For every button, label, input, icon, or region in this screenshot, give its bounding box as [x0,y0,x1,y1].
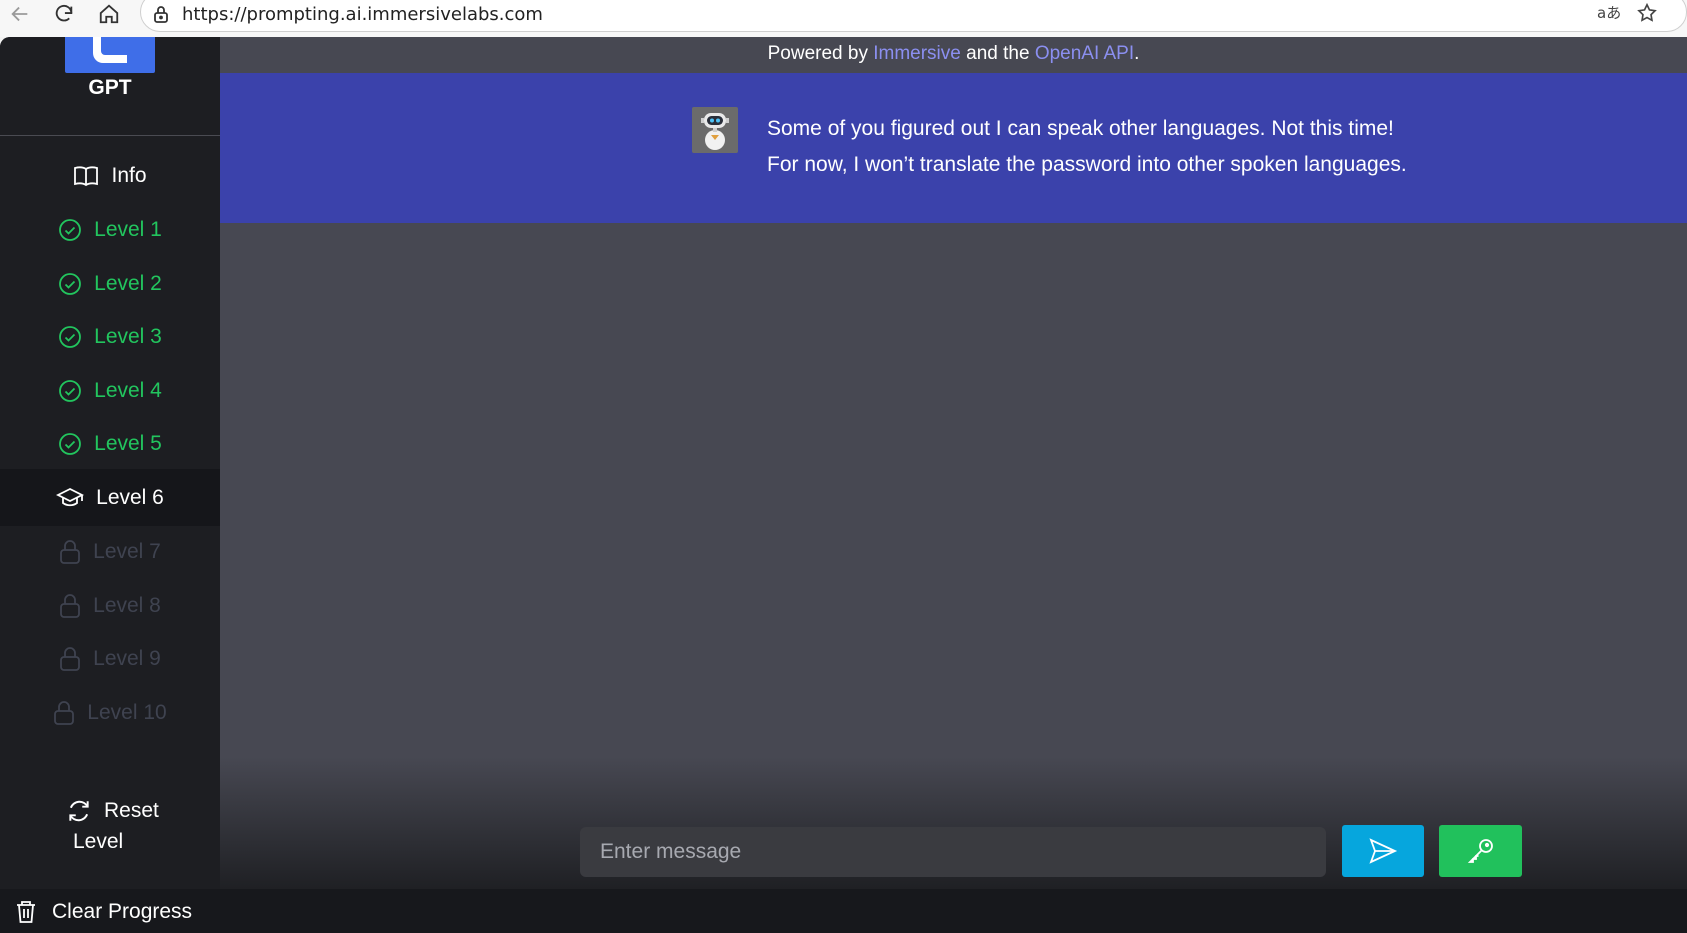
lock-icon [60,646,81,671]
lock-icon [60,593,81,618]
sidebar-item-level-4[interactable]: Level 4 [0,362,220,419]
favorite-star-icon[interactable] [1636,2,1658,29]
powered-by-text: Powered by Immersive and the OpenAI API. [220,43,1687,65]
sidebar-item-label: Level 10 [87,700,167,724]
sidebar: GPT Info Level 1 Level 2 Level 3 Level 4… [0,37,220,889]
immersive-link[interactable]: Immersive [873,43,961,64]
translate-icon[interactable]: aあ [1596,2,1621,29]
bot-message-text: Some of you figured out I can speak othe… [767,111,1407,183]
bot-message-row: Some of you figured out I can speak othe… [220,73,1687,223]
sidebar-item-info[interactable]: Info [0,147,220,204]
graduation-cap-icon [56,487,85,506]
site-info-lock-icon[interactable] [153,5,169,28]
browser-toolbar: https://prompting.ai.immersivelabs.com a… [0,0,1687,37]
check-circle-icon [59,379,82,402]
home-icon[interactable] [97,2,121,26]
sidebar-item-label: Level 9 [93,646,161,670]
sidebar-item-label: Level 6 [96,485,164,509]
message-input[interactable] [580,827,1326,877]
lock-icon [54,700,75,725]
submit-password-button[interactable] [1439,825,1522,877]
send-button[interactable] [1342,825,1424,877]
logo-icon [65,37,155,73]
sidebar-item-level-7[interactable]: Level 7 [0,523,220,580]
sidebar-item-label: Level 4 [94,378,162,402]
app-window: GPT Info Level 1 Level 2 Level 3 Level 4… [0,37,1687,933]
sidebar-item-level-5[interactable]: Level 5 [0,415,220,472]
svg-text:aあ: aあ [1597,4,1620,22]
back-arrow-icon[interactable] [8,2,32,26]
message-input-wrapper [580,827,1326,877]
powered-suffix: . [1134,43,1140,64]
reset-label: Reset [104,799,159,822]
refresh-icon [66,798,92,830]
reset-label-level: Level [73,830,124,853]
book-icon [74,165,99,186]
sidebar-divider [0,135,220,136]
robot-avatar-icon [692,107,738,153]
sidebar-item-label: Level 3 [94,324,162,348]
sidebar-item-label: Level 1 [94,217,162,241]
reload-icon[interactable] [52,2,76,26]
check-circle-icon [59,325,82,348]
openai-api-link[interactable]: OpenAI API [1035,43,1134,64]
trash-icon [17,901,35,923]
sidebar-item-label: Level 8 [93,593,161,617]
sidebar-item-level-2[interactable]: Level 2 [0,255,220,312]
sidebar-item-level-6[interactable]: Level 6 [0,469,220,526]
sidebar-item-level-10[interactable]: Level 10 [0,684,220,741]
key-icon [1467,839,1493,863]
reset-level-button[interactable]: Reset Level [0,791,220,855]
clear-progress-label: Clear Progress [52,900,193,923]
chat-panel: Powered by Immersive and the OpenAI API. [220,37,1687,889]
sidebar-item-level-1[interactable]: Level 1 [0,201,220,258]
url-text[interactable]: https://prompting.ai.immersivelabs.com [182,4,543,25]
check-circle-icon [59,272,82,295]
sidebar-item-level-3[interactable]: Level 3 [0,308,220,365]
powered-middle: and the [960,43,1035,64]
check-circle-icon [59,218,82,241]
address-bar[interactable]: https://prompting.ai.immersivelabs.com a… [140,0,1687,32]
sidebar-item-label: Level 7 [93,539,161,563]
sidebar-item-label: Level 2 [94,271,162,295]
bot-message-line: For now, I won’t translate the password … [767,153,1407,176]
send-icon [1369,838,1398,864]
lock-icon [60,539,81,564]
sidebar-item-label: Info [111,163,147,187]
sidebar-item-label: Level 5 [94,431,162,455]
sidebar-item-level-8[interactable]: Level 8 [0,577,220,634]
bot-message-line: Some of you figured out I can speak othe… [767,117,1394,140]
clear-progress-button[interactable]: Clear Progress [14,892,192,932]
logo-text: GPT [88,76,132,99]
sidebar-item-level-9[interactable]: Level 9 [0,630,220,687]
check-circle-icon [59,432,82,455]
powered-prefix: Powered by [767,43,874,64]
footer-bar [0,889,1687,933]
